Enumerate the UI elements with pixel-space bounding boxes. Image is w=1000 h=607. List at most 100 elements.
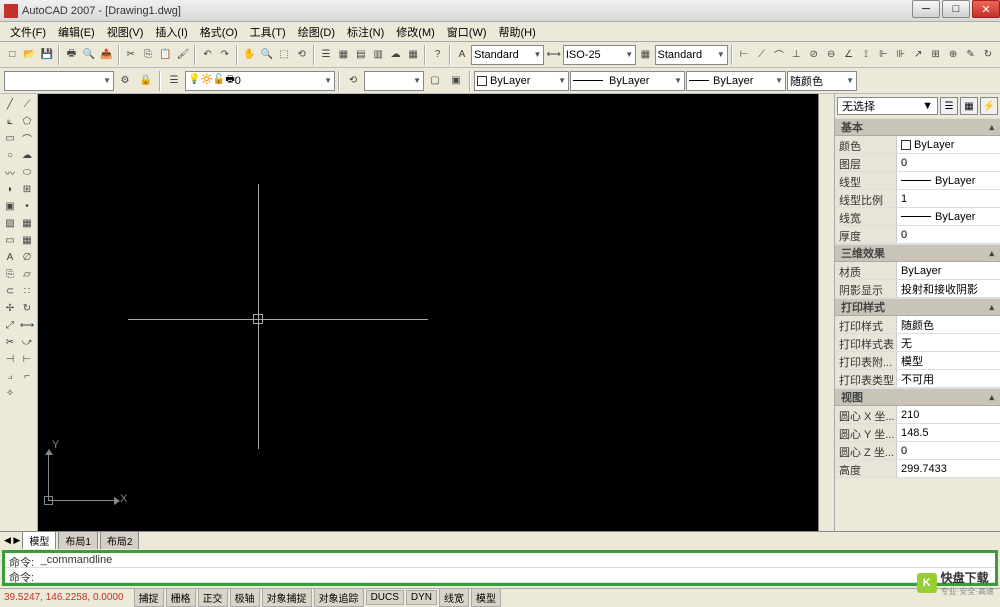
prop-value-thickness[interactable]: 0: [897, 226, 1000, 243]
table-tool-icon[interactable]: ▦: [19, 232, 35, 248]
scale-icon[interactable]: ⤢: [2, 317, 18, 333]
pline-icon[interactable]: ⟀: [2, 113, 18, 129]
selection-dropdown[interactable]: 无选择▼: [837, 97, 938, 115]
offset-icon[interactable]: ⊂: [2, 283, 18, 299]
linetype-dropdown[interactable]: ByLayer▼: [570, 71, 685, 91]
menu-draw[interactable]: 绘图(D): [292, 22, 341, 42]
arc-icon[interactable]: ⌒: [19, 130, 35, 146]
prop-value-color[interactable]: ByLayer: [897, 136, 1000, 153]
stretch-icon[interactable]: ⟷: [19, 317, 35, 333]
workspace-lock-icon[interactable]: 🔒: [136, 71, 156, 91]
dim-ord-icon[interactable]: ⊥: [788, 45, 804, 65]
explode-icon[interactable]: ✧: [2, 385, 18, 401]
dim-arc-icon[interactable]: ⌒: [771, 45, 787, 65]
section-3d[interactable]: 三维效果▴: [835, 244, 1000, 262]
prop-value-centerx[interactable]: 210: [897, 406, 1000, 423]
menu-modify[interactable]: 修改(M): [390, 22, 441, 42]
move-icon[interactable]: ✢: [2, 300, 18, 316]
gradient-icon[interactable]: ▦: [19, 215, 35, 231]
dim-aligned-icon[interactable]: ⟋: [753, 45, 769, 65]
spline-icon[interactable]: 〰: [2, 164, 18, 180]
prop-value-ltscale[interactable]: 1: [897, 190, 1000, 207]
copy-tool-icon[interactable]: ⎘: [2, 266, 18, 282]
pan-icon[interactable]: ✋: [241, 45, 257, 65]
layer-props-icon[interactable]: ☰: [164, 71, 184, 91]
quick-icon[interactable]: ⚡: [980, 97, 998, 115]
tp-icon[interactable]: ▤: [353, 45, 369, 65]
undo-icon[interactable]: ↶: [199, 45, 215, 65]
close-button[interactable]: ✕: [972, 0, 1000, 18]
menu-format[interactable]: 格式(O): [194, 22, 244, 42]
insert-icon[interactable]: ⊞: [19, 181, 35, 197]
dim-cont-icon[interactable]: ⊪: [893, 45, 909, 65]
status-otrack[interactable]: 对象追踪: [314, 588, 364, 607]
polygon-icon[interactable]: ⬠: [19, 113, 35, 129]
table-icon[interactable]: ▦: [637, 45, 653, 65]
erase-icon[interactable]: ∅: [19, 249, 35, 265]
dim-edit-icon[interactable]: ✎: [962, 45, 978, 65]
minimize-button[interactable]: ─: [912, 0, 940, 18]
new-icon[interactable]: □: [4, 45, 20, 65]
tab-layout2[interactable]: 布局2: [100, 531, 140, 549]
prop-value-plotstyle[interactable]: 随颜色: [897, 316, 1000, 333]
save-icon[interactable]: 💾: [39, 45, 55, 65]
markup-icon[interactable]: ☁: [387, 45, 403, 65]
menu-tools[interactable]: 工具(T): [244, 22, 292, 42]
publish-icon[interactable]: 📤: [98, 45, 114, 65]
prop-value-linetype[interactable]: ByLayer: [897, 172, 1000, 189]
color-dropdown[interactable]: ByLayer▼: [474, 71, 569, 91]
point-icon[interactable]: •: [19, 198, 35, 214]
fillet-icon[interactable]: ⌐: [19, 368, 35, 384]
prop-value-centery[interactable]: 148.5: [897, 424, 1000, 441]
command-window[interactable]: 命令: _commandline 命令:: [2, 550, 998, 586]
dim-ctr-icon[interactable]: ⊕: [945, 45, 961, 65]
help-icon[interactable]: ?: [429, 45, 445, 65]
section-view[interactable]: 视图▴: [835, 388, 1000, 406]
line-icon[interactable]: ╱: [2, 96, 18, 112]
prop-value-plottype[interactable]: 不可用: [897, 370, 1000, 387]
text-icon[interactable]: A: [454, 45, 470, 65]
zoom-prev-icon[interactable]: ⟲: [293, 45, 309, 65]
layer-iso-icon[interactable]: ▢: [425, 71, 445, 91]
paste-icon[interactable]: 📋: [157, 45, 173, 65]
prop-value-material[interactable]: ByLayer: [897, 262, 1000, 279]
preview-icon[interactable]: 🔍: [81, 45, 97, 65]
table-style-dropdown[interactable]: Standard▼: [655, 45, 728, 65]
dim-ang-icon[interactable]: ∠: [840, 45, 856, 65]
block-icon[interactable]: ▣: [2, 198, 18, 214]
dim-linear-icon[interactable]: ⊢: [736, 45, 752, 65]
layer-dropdown[interactable]: 💡🔆🔓🖶0▼: [185, 71, 335, 91]
dim-base-icon[interactable]: ⊩: [875, 45, 891, 65]
lineweight-dropdown[interactable]: ByLayer▼: [686, 71, 786, 91]
status-dyn[interactable]: DYN: [406, 590, 437, 605]
menu-window[interactable]: 窗口(W): [441, 22, 493, 42]
dim-style-dropdown[interactable]: ISO-25▼: [563, 45, 636, 65]
workspace-settings-icon[interactable]: ⚙: [115, 71, 135, 91]
properties-icon[interactable]: ☰: [318, 45, 334, 65]
array-icon[interactable]: ∷: [19, 283, 35, 299]
menu-help[interactable]: 帮助(H): [493, 22, 542, 42]
trim-icon[interactable]: ✂: [2, 334, 18, 350]
prop-value-height[interactable]: 299.7433: [897, 460, 1000, 477]
coordinates-display[interactable]: 39.5247, 146.2258, 0.0000: [4, 592, 132, 603]
match-icon[interactable]: 🖌: [175, 45, 191, 65]
calc-icon[interactable]: ▦: [405, 45, 421, 65]
zoom-rt-icon[interactable]: 🔍: [258, 45, 274, 65]
maximize-button[interactable]: □: [942, 0, 970, 18]
mirror-icon[interactable]: ▱: [19, 266, 35, 282]
dim-lead-icon[interactable]: ↗: [910, 45, 926, 65]
rectangle-icon[interactable]: ▭: [2, 130, 18, 146]
layer-prev-icon[interactable]: ⟲: [343, 71, 363, 91]
dim-upd-icon[interactable]: ↻: [980, 45, 996, 65]
dc-icon[interactable]: ▦: [335, 45, 351, 65]
ssm-icon[interactable]: ▥: [370, 45, 386, 65]
hatch-icon[interactable]: ▨: [2, 215, 18, 231]
status-osnap[interactable]: 对象捕捉: [262, 588, 312, 607]
status-grid[interactable]: 栅格: [166, 588, 196, 607]
menu-file[interactable]: 文件(F): [4, 22, 52, 42]
prop-value-shadow[interactable]: 投射和接收阴影: [897, 280, 1000, 297]
rotate-icon[interactable]: ↻: [19, 300, 35, 316]
vertical-scrollbar[interactable]: [818, 94, 834, 531]
section-plot[interactable]: 打印样式▴: [835, 298, 1000, 316]
tab-layout1[interactable]: 布局1: [58, 531, 98, 549]
